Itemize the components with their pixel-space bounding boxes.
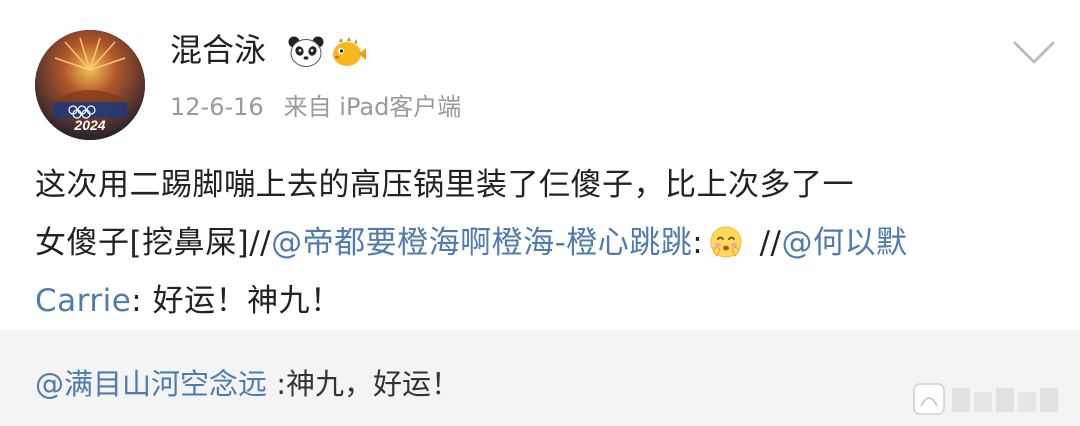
mention-link-continued[interactable]: Carrie xyxy=(35,283,131,319)
platform-watermark-icon xyxy=(913,383,1058,415)
post-source[interactable]: 来自 iPad客户端 xyxy=(284,93,462,121)
avatar-year: 2024 xyxy=(73,117,105,133)
pufferfish-icon xyxy=(333,37,366,66)
weibo-post: 2024 混合泳 12-6-16 来自 iPad客户端 这次用二踢脚嘣上去的高压… xyxy=(0,0,1080,330)
repost-comment-text: @满目山河空念远 :神九，好运！ xyxy=(35,364,460,404)
body-text-tail: : 好运！神九！ xyxy=(131,283,342,319)
post-meta: 12-6-16 来自 iPad客户端 xyxy=(170,90,461,124)
post-body-line1: 这次用二踢脚嘣上去的高压锅里装了仨傻子，比上次多了一 xyxy=(35,167,854,203)
body-text-segment: 女傻子[挖鼻屎]// xyxy=(35,225,272,261)
avatar-image: 2024 xyxy=(35,30,145,140)
mention-link[interactable]: @满目山河空念远 xyxy=(35,367,267,401)
colon: : xyxy=(692,225,704,261)
post-date: 12-6-16 xyxy=(170,93,264,121)
post-body: 这次用二踢脚嘣上去的高压锅里装了仨傻子，比上次多了一 女傻子[挖鼻屎]//@帝都… xyxy=(35,156,1045,330)
chevron-down-icon[interactable] xyxy=(1012,40,1056,66)
repost-comment-body: :神九，好运！ xyxy=(267,367,461,401)
panda-icon xyxy=(288,36,324,67)
mention-link[interactable]: @帝都要橙海啊橙海-橙心跳跳 xyxy=(271,225,692,261)
repost-separator: // xyxy=(749,225,782,261)
blush-emoji-icon xyxy=(710,226,742,258)
avatar[interactable]: 2024 xyxy=(35,30,145,140)
author-name[interactable]: 混合泳 xyxy=(170,30,266,70)
mention-link[interactable]: @何以默 xyxy=(781,225,907,261)
name-badges xyxy=(287,34,367,70)
post-body-line2: 女傻子[挖鼻屎]//@帝都要橙海啊橙海-橙心跳跳: //@何以默 xyxy=(35,214,1045,272)
post-body-line3: Carrie: 好运！神九！ xyxy=(35,272,1045,330)
